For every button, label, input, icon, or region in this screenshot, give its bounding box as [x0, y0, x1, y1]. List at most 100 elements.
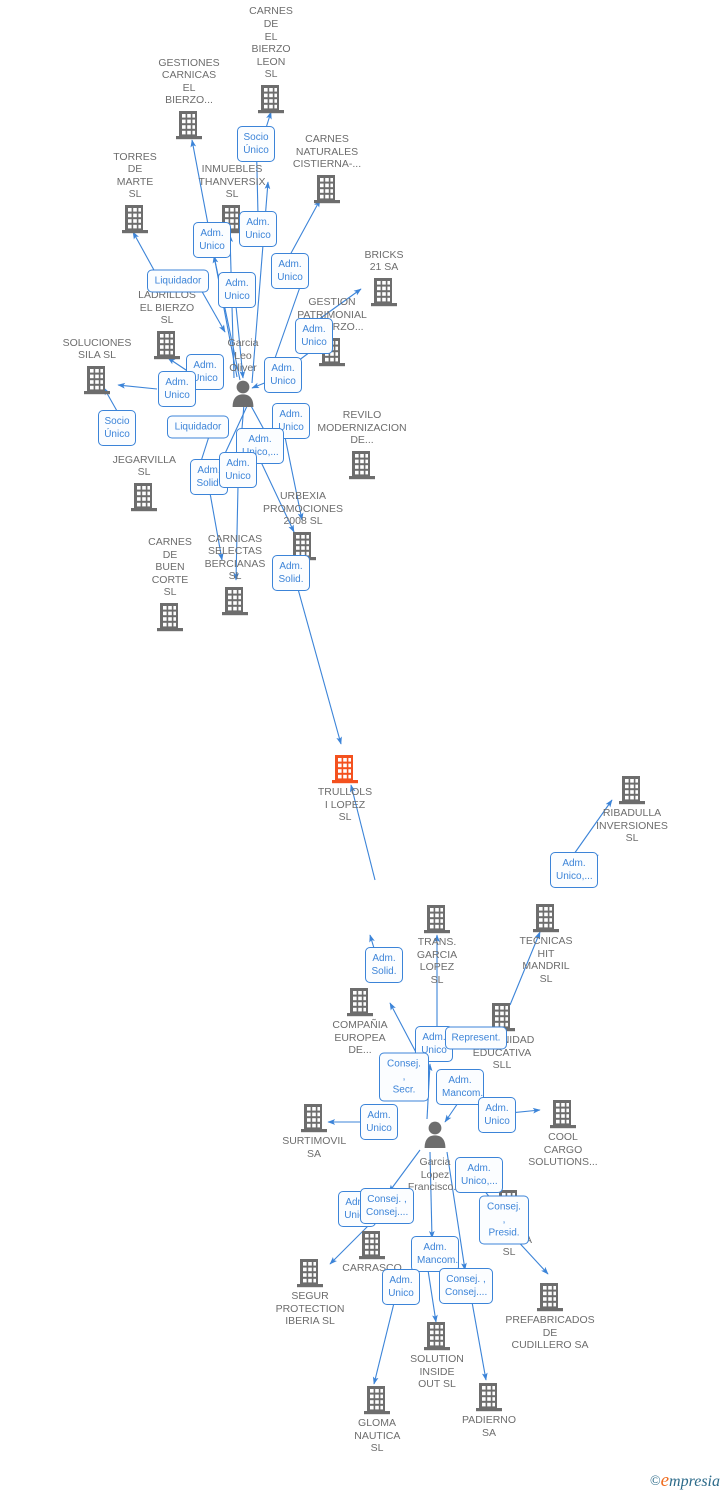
relation-badge[interactable]: Adm. Mancom. [411, 1236, 459, 1272]
node-label: REVILO MODERNIZACION DE... [317, 409, 407, 447]
relation-badge[interactable]: Adm. Unico [360, 1104, 398, 1140]
building-icon [537, 1283, 563, 1312]
relation-badge[interactable]: Adm. Solid. [365, 947, 403, 983]
graph-edge [471, 1301, 488, 1381]
relation-badge[interactable]: Adm. Unico [219, 452, 257, 488]
relation-badge[interactable]: Consej. , Consej.... [360, 1188, 414, 1224]
building-icon [122, 205, 148, 234]
node-label: LADRILLOS EL BIERZO SL [138, 289, 196, 327]
building-icon [131, 483, 157, 512]
building-icon [533, 904, 559, 933]
node-label: COMPAÑIA EUROPEA DE... [332, 1019, 388, 1057]
building-icon [424, 904, 450, 934]
relation-badge[interactable]: Consej. , Presid. [479, 1195, 529, 1245]
building-icon [314, 174, 340, 204]
empresia-watermark: ©empresia [650, 1470, 720, 1492]
building-icon [222, 586, 248, 616]
relation-badge[interactable]: Consej. , Consej.... [439, 1268, 493, 1304]
node-label: BRICKS 21 SA [364, 248, 404, 274]
building-icon [157, 602, 183, 632]
node-label: GESTIONES CARNICAS EL BIERZO... [158, 56, 220, 107]
building-icon [122, 204, 148, 234]
node-label: RIBADULLA INVERSIONES SL [596, 807, 668, 845]
building-icon [154, 330, 180, 360]
building-icon [84, 366, 110, 395]
relation-badge[interactable]: Adm. Solid. [272, 555, 310, 591]
building-icon [371, 277, 397, 307]
building-icon [550, 1100, 576, 1129]
relation-badge[interactable]: Socio Único [237, 126, 275, 162]
building-icon [476, 1382, 502, 1412]
building-icon [347, 987, 373, 1017]
building-icon [297, 1259, 323, 1288]
node-label: INMUEBLES THANVERSIX SL [198, 163, 266, 201]
building-icon [550, 1099, 576, 1129]
graph-edge [427, 1269, 438, 1323]
node-label: TRULLOLS I LOPEZ SL [317, 786, 373, 824]
node-label: URBEXIA PROMOCIONES 2008 SL [263, 490, 343, 528]
brand-name: mpresia [669, 1473, 720, 1490]
node-label: PREFABRICADOS DE CUDILLERO SA [505, 1314, 595, 1352]
node-label: JEGARVILLA SL [112, 453, 176, 479]
person-icon [230, 379, 256, 407]
building-icon [476, 1383, 502, 1412]
building-icon [424, 1322, 450, 1351]
relation-badge[interactable]: Adm. Unico [158, 371, 196, 407]
building-icon [371, 278, 397, 307]
relation-badge[interactable]: Consej. , Secr. [379, 1052, 429, 1102]
building-icon [332, 755, 358, 784]
node-label: CARNES DE BUEN CORTE SL [148, 536, 192, 599]
node-label: CARNES DE EL BIERZO LEON SL [249, 5, 293, 81]
building-icon [349, 451, 375, 480]
building-icon [364, 1385, 390, 1415]
relation-badge[interactable]: Adm. Unico [239, 211, 277, 247]
relation-badge[interactable]: Adm. Unico [193, 222, 231, 258]
building-icon [533, 903, 559, 933]
person-icon [232, 380, 254, 407]
edge-layer [103, 111, 613, 1385]
brand-initial: e [660, 1470, 670, 1491]
building-icon [349, 450, 375, 480]
relation-badge[interactable]: Adm. Unico [295, 318, 333, 354]
building-icon [301, 1104, 327, 1133]
node-label: GLOMA NAUTICA SL [354, 1417, 401, 1455]
person-icon [422, 1120, 448, 1148]
node-label: CARNES NATURALES CISTIERNA-... [292, 133, 362, 171]
node-label: TECNICAS HIT MANDRIL SL [519, 935, 573, 985]
copyright-icon: © [649, 1474, 661, 1489]
relation-badge[interactable]: Adm. Unico [478, 1097, 516, 1133]
relation-badge[interactable]: Adm. Unico,... [455, 1157, 503, 1193]
graph-edge [117, 382, 158, 390]
relation-badge[interactable]: Adm. Mancom. [436, 1069, 484, 1105]
building-icon [359, 1230, 385, 1260]
node-label: CARNICAS SELECTAS BERCIANAS SL [204, 532, 266, 583]
building-icon [301, 1103, 327, 1133]
building-icon [258, 84, 284, 114]
graph-edge [372, 1302, 395, 1385]
relation-badge[interactable]: Liquidador [167, 415, 229, 439]
building-icon [131, 482, 157, 512]
relation-badge[interactable]: Adm. Unico [218, 272, 256, 308]
relation-badge[interactable]: Adm. Unico [271, 253, 309, 289]
node-label: SOLUCIONES SILA SL [62, 336, 132, 362]
building-icon [176, 111, 202, 140]
relation-badge[interactable]: Represent. [445, 1026, 507, 1050]
node-label: SOLUTION INSIDE OUT SL [410, 1353, 464, 1391]
relation-badge[interactable]: Liquidador [147, 269, 209, 293]
highlighted-building-icon [332, 754, 358, 784]
building-icon [314, 175, 340, 204]
building-icon [157, 603, 183, 632]
building-icon [619, 775, 645, 805]
building-icon [619, 776, 645, 805]
relation-badge[interactable]: Adm. Unico [264, 357, 302, 393]
relation-badge[interactable]: Adm. Unico [382, 1269, 420, 1305]
graph-edge [297, 588, 342, 745]
relation-badge[interactable]: Socio Único [98, 410, 136, 446]
building-icon [222, 587, 248, 616]
node-label: Garcia Leo Oliver [227, 337, 259, 375]
building-icon [154, 331, 180, 360]
graph-canvas: GESTIONES CARNICAS EL BIERZO... CARNES DE… [0, 0, 728, 1500]
relation-badge[interactable]: Adm. Unico,... [550, 852, 598, 888]
building-icon [424, 905, 450, 934]
building-icon [176, 110, 202, 140]
